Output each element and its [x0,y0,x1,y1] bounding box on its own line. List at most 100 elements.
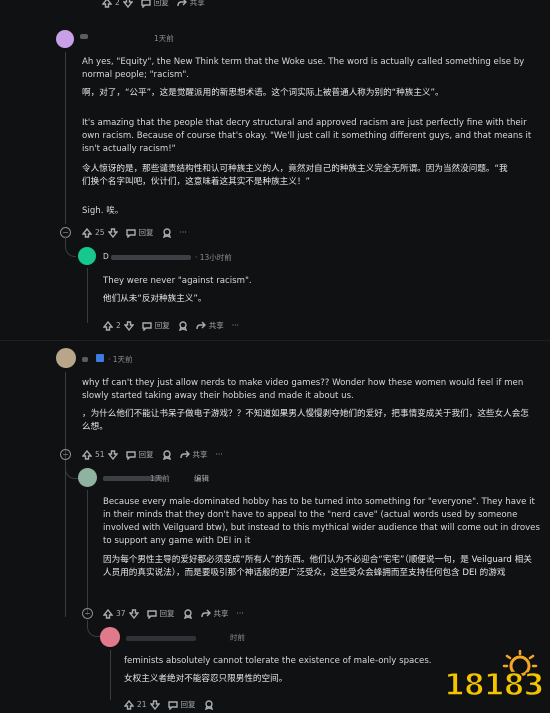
comment-translation: 因为每个男性主导的爱好都必须变成“所有人”的东西。他们认为不必迎合“宅宅”（顺便… [103,555,532,578]
comment-translation: ，为什么他们不能让书呆子做电子游戏？？不知道如果男人慢慢剥夺她们的爱好，把事情变… [82,409,529,432]
upvote-button[interactable]: 25 [82,227,118,238]
top-action-bar: 2 回复 共享 [102,0,205,8]
reply-button[interactable]: 回复 [141,0,169,8]
upvote-icon [103,320,113,331]
more-options-button[interactable]: ··· [180,228,187,237]
username[interactable]: D [103,252,109,261]
more-options-button[interactable]: ··· [232,321,239,330]
flair-icon [96,354,104,362]
upvote-button[interactable]: 37 [103,608,139,619]
downvote-icon [122,0,133,8]
award-button[interactable] [162,449,172,460]
avatar[interactable] [78,468,97,487]
comment-icon [141,0,151,8]
comment-body: why tf can't they just allow nerds to ma… [82,378,524,401]
comment-icon [146,609,157,619]
ellipsis-icon: ··· [179,228,187,237]
award-icon [183,608,192,619]
divider [0,340,550,341]
award-button[interactable] [178,320,188,331]
comment-body: It's amazing that the people that decry … [82,118,532,154]
award-button[interactable] [204,699,214,710]
username-redacted [111,255,191,260]
comment-actions: 21 回复 [124,699,214,710]
reply-button[interactable]: 回复 [125,227,154,238]
avatar[interactable] [100,627,120,647]
ellipsis-icon: ··· [236,609,244,618]
watermark-logo: 18183 [443,649,545,708]
thread-connector [65,460,78,479]
collapse-icon[interactable]: − [60,449,71,460]
upvote-button[interactable]: 21 [124,699,160,710]
thread-connector [87,620,100,637]
more-options-button[interactable]: ··· [216,450,223,459]
reply-button[interactable]: 回复 [142,320,170,331]
ellipsis-icon: ··· [231,321,239,330]
share-icon [196,321,206,329]
comment-body: Ah yes, "Equity", the New Think term tha… [82,57,525,80]
comment-body: They were never "against racism". [103,276,252,286]
downvote-icon [107,449,118,460]
reply-button[interactable]: 回复 [125,449,154,460]
thread-line[interactable] [110,650,111,700]
thread-line[interactable] [87,268,88,323]
comment-actions: 25 回复 ··· [82,227,187,238]
upvote-icon [102,0,112,8]
comment-translation: 他们从未“反对种族主义”。 [103,294,207,304]
vote-count: 2 [115,0,120,7]
comment-actions: 2 回复 共享 ··· [103,320,239,331]
ellipsis-icon: ··· [215,450,223,459]
upvote-button[interactable]: 2 [103,320,134,331]
share-icon [179,450,190,458]
award-icon [204,699,213,710]
username-redacted[interactable] [82,357,88,362]
comment-time: 1天前 [150,474,170,483]
avatar[interactable] [78,247,96,265]
comment-translation: 令人惊讶的是，那些谴责结构性和认可种族主义的人，竟然对自己的种族主义完全无所谓。… [82,164,508,187]
thread-line[interactable] [65,372,66,617]
watermark-text: 18183 [443,667,545,704]
upvote-icon [82,449,92,460]
award-icon [162,227,171,238]
downvote-icon [149,699,160,710]
thread-line[interactable] [87,490,88,615]
thread-connector [65,236,76,257]
share-icon [177,0,187,6]
reply-button[interactable]: 回复 [167,699,196,710]
comment-body: Because every male-dominated hobby has t… [103,497,540,546]
comment-actions: 37 回复 共享 ··· [103,608,244,619]
share-icon [200,609,211,617]
comment-icon [167,700,178,710]
share-button[interactable]: 共享 [200,608,229,619]
collapse-icon[interactable]: − [82,608,93,619]
edited-label: 编辑 [194,474,209,483]
comment-translation: 啊，对了，“公平”，这是觉醒派用的新思想术语。这个词实际上被普通人称为别的“种族… [82,88,444,98]
comment-time: · 1天前 [108,355,133,364]
comment-icon [142,321,152,331]
thread-line[interactable] [65,52,66,224]
award-icon [162,449,171,460]
share-button[interactable]: 共享 [196,320,224,331]
share-button[interactable]: 共享 [177,0,205,8]
avatar[interactable] [56,30,74,48]
share-button[interactable]: 共享 [179,449,208,460]
comment-time: 时前 [230,633,245,642]
downvote-icon [107,227,118,238]
award-button[interactable] [183,608,193,619]
reply-button[interactable]: 回复 [146,608,175,619]
downvote-icon [128,608,139,619]
username-redacted[interactable] [126,636,196,641]
upvote-button[interactable]: 51 [82,449,118,460]
upvote-icon [103,608,113,619]
upvote-button[interactable]: 2 [102,0,133,8]
username-redacted[interactable] [80,34,88,39]
comment-icon [125,450,136,460]
avatar[interactable] [56,348,76,368]
upvote-icon [124,699,134,710]
comment-body: Sigh. 唉。 [82,206,124,216]
award-icon [178,320,187,331]
comment-time: · 13小时前 [195,253,232,262]
more-options-button[interactable]: ··· [237,609,244,618]
comment-actions: 51 回复 共享 ··· [82,449,223,460]
award-button[interactable] [162,227,172,238]
